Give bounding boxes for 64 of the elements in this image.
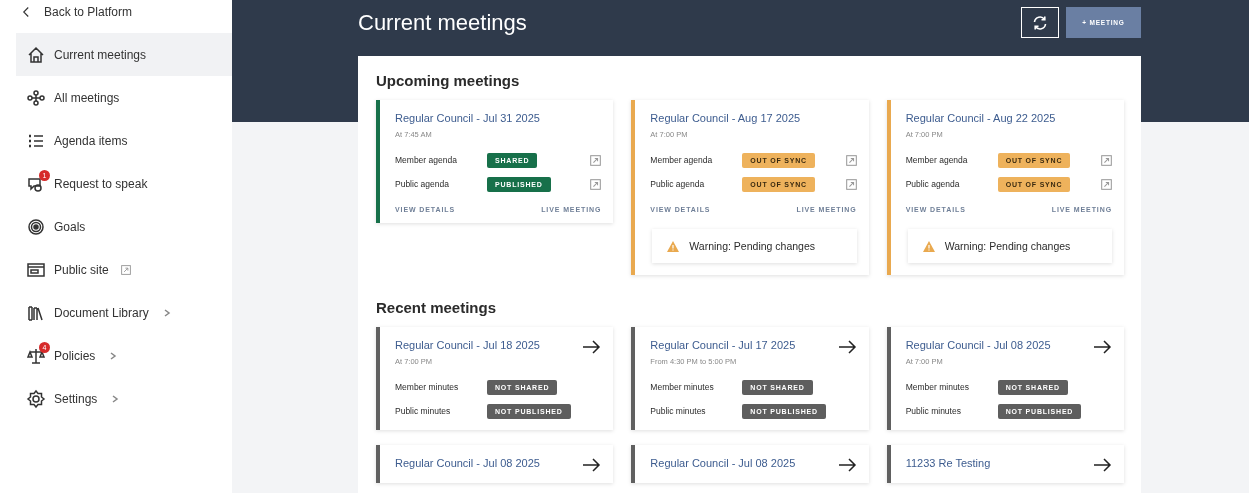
nav-label: Policies bbox=[54, 348, 96, 363]
section-heading: Upcoming meetings bbox=[376, 72, 521, 89]
row-label: Public minutes bbox=[650, 406, 707, 416]
meeting-title[interactable]: Regular Council - Aug 22 2025 bbox=[905, 112, 1056, 124]
external-link-icon[interactable] bbox=[845, 154, 857, 166]
row-label: Public agenda bbox=[650, 179, 706, 189]
warning-text: Warning: Pending changes bbox=[689, 240, 816, 252]
meeting-title[interactable]: Regular Council - Jul 08 2025 bbox=[905, 339, 1051, 351]
page-title: Current meetings bbox=[358, 9, 528, 36]
gear-icon bbox=[26, 388, 46, 409]
refresh-icon bbox=[1032, 14, 1048, 31]
nav-item[interactable]: Public site bbox=[16, 248, 232, 291]
nav-item[interactable]: All meetings bbox=[16, 76, 232, 119]
meeting-title[interactable]: Regular Council - Jul 17 2025 bbox=[650, 339, 796, 351]
row-label: Public agenda bbox=[395, 179, 450, 189]
meeting-title[interactable]: Regular Council - Aug 17 2025 bbox=[650, 112, 801, 124]
row-label: Member agenda bbox=[650, 155, 714, 165]
external-link-icon[interactable] bbox=[590, 178, 602, 190]
row-label: Member agenda bbox=[395, 155, 458, 165]
nav-label: All meetings bbox=[54, 90, 120, 105]
arrow-right-icon[interactable] bbox=[581, 457, 602, 473]
external-link-icon[interactable] bbox=[590, 154, 602, 166]
nav-item[interactable]: Settings bbox=[16, 377, 232, 420]
row-label: Public minutes bbox=[905, 406, 962, 416]
warning-icon bbox=[922, 240, 935, 252]
meeting-title[interactable]: Regular Council - Jul 31 2025 bbox=[395, 112, 540, 124]
external-link-icon[interactable] bbox=[1101, 178, 1112, 190]
target-icon bbox=[26, 216, 46, 237]
meeting-title[interactable]: 11233 Re Testing bbox=[905, 457, 991, 469]
meeting-title[interactable]: Regular Council - Jul 18 2025 bbox=[395, 339, 540, 351]
row-label: Public minutes bbox=[395, 406, 452, 416]
nav-label: Settings bbox=[54, 391, 98, 406]
nav-label: Current meetings bbox=[54, 47, 147, 62]
arrow-right-icon[interactable] bbox=[1092, 457, 1112, 473]
nav-item[interactable]: Agenda items bbox=[16, 119, 232, 162]
arrow-right-icon[interactable] bbox=[581, 339, 602, 355]
warning-icon bbox=[667, 240, 680, 252]
row-label: Member minutes bbox=[395, 382, 460, 392]
warning-text: Warning: Pending changes bbox=[944, 240, 1071, 252]
row-label: Public agenda bbox=[905, 179, 961, 189]
nav-item[interactable]: Goals bbox=[16, 205, 232, 248]
nav-label: Agenda items bbox=[54, 133, 128, 148]
row-label: Member minutes bbox=[905, 382, 970, 392]
row-label: Member agenda bbox=[905, 155, 969, 165]
nav-item[interactable]: Document Library bbox=[16, 291, 232, 334]
section-heading: Recent meetings bbox=[376, 299, 498, 316]
nav-label: Document Library bbox=[54, 305, 149, 320]
chevron-left-icon bbox=[22, 6, 30, 18]
nav-label: Request to speak bbox=[54, 176, 148, 191]
refresh-button[interactable] bbox=[1021, 7, 1059, 38]
nav-label: Public site bbox=[54, 262, 109, 277]
arrow-right-icon[interactable] bbox=[1092, 339, 1112, 355]
meeting-title[interactable]: Regular Council - Jul 08 2025 bbox=[395, 457, 540, 469]
house-icon bbox=[26, 44, 46, 65]
back-link[interactable]: Back to Platform bbox=[16, 0, 232, 24]
arrow-right-icon[interactable] bbox=[836, 457, 857, 473]
nav-item[interactable]: Current meetings bbox=[16, 33, 232, 76]
nav-label: Goals bbox=[54, 219, 86, 234]
meeting-title[interactable]: Regular Council - Jul 08 2025 bbox=[650, 457, 796, 469]
nodes-icon bbox=[26, 87, 46, 108]
row-label: Member minutes bbox=[650, 382, 715, 392]
arrow-right-icon[interactable] bbox=[836, 339, 857, 355]
external-link-icon[interactable] bbox=[1101, 154, 1112, 166]
external-link-icon[interactable] bbox=[845, 178, 857, 190]
